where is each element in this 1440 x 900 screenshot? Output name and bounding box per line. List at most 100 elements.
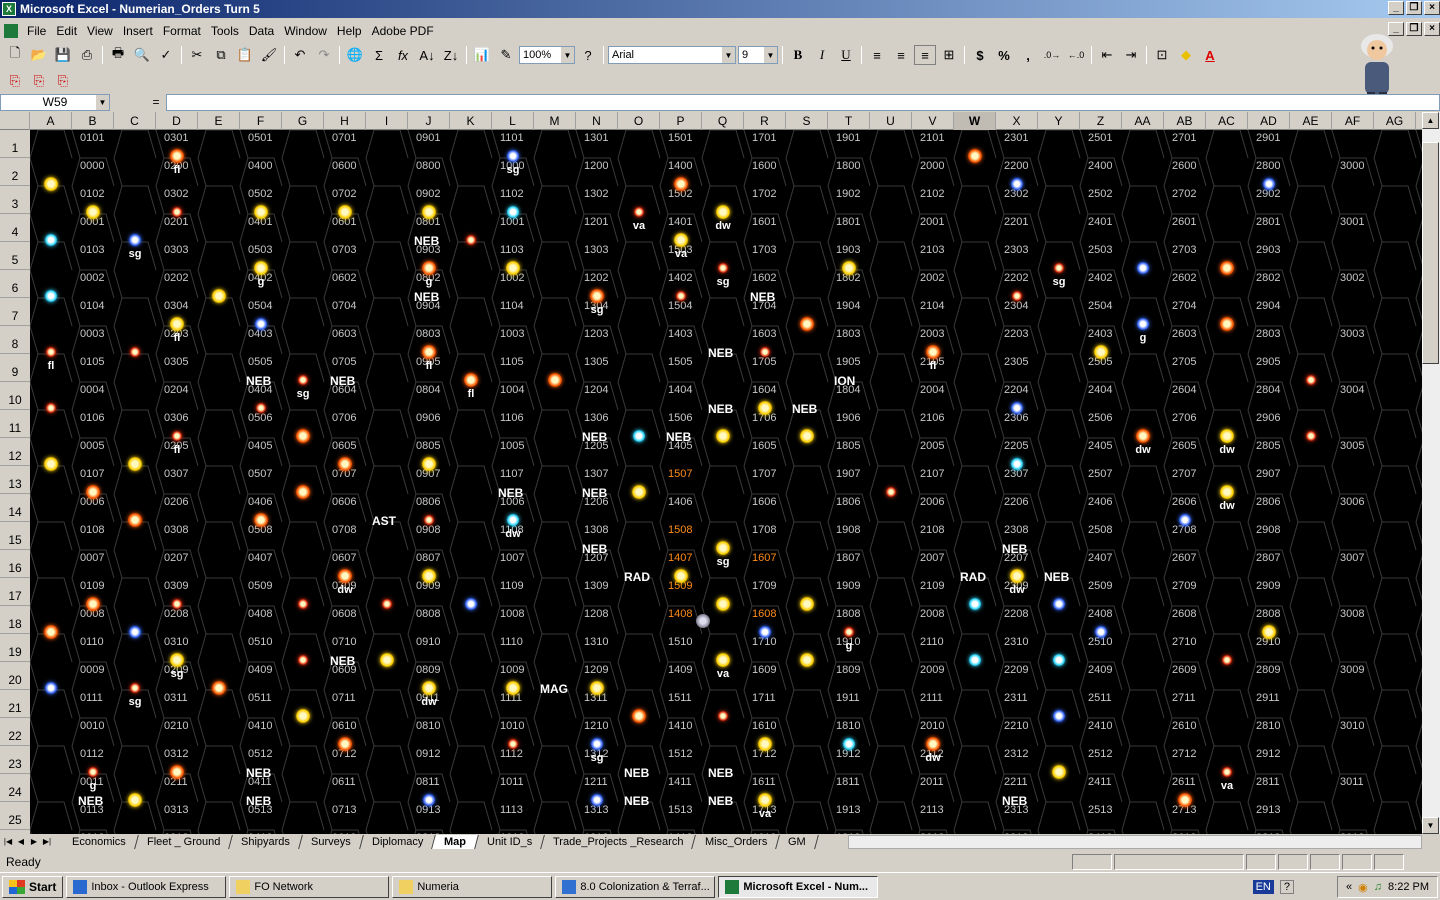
formula-input[interactable] (166, 93, 1440, 111)
open-icon[interactable]: 📂 (28, 45, 50, 65)
row-header[interactable]: 3 (0, 186, 30, 214)
sheet-tab[interactable]: Unit ID_s (475, 835, 546, 849)
align-left-icon[interactable]: ≡ (866, 45, 888, 65)
doc-restore-button[interactable]: ❐ (1406, 22, 1422, 36)
column-header[interactable]: Y (1038, 112, 1080, 130)
language-indicator[interactable]: EN (1252, 880, 1274, 894)
column-header[interactable]: AD (1248, 112, 1290, 130)
copy-icon[interactable]: ⧉ (210, 45, 232, 65)
row-header[interactable]: 17 (0, 578, 30, 606)
select-all-corner[interactable] (0, 112, 30, 130)
row-header[interactable]: 14 (0, 494, 30, 522)
chevron-down-icon[interactable]: ▼ (764, 47, 777, 63)
row-header[interactable]: 12 (0, 438, 30, 466)
row-header[interactable]: 21 (0, 690, 30, 718)
last-sheet-icon[interactable]: ▶| (41, 836, 53, 848)
help-icon[interactable]: ? (577, 45, 599, 65)
decrease-decimal-icon[interactable]: ←.0 (1065, 45, 1087, 65)
column-header[interactable]: A (30, 112, 72, 130)
row-header[interactable]: 10 (0, 382, 30, 410)
column-header[interactable]: L (492, 112, 534, 130)
paste-icon[interactable]: 📋 (234, 45, 256, 65)
format-painter-icon[interactable]: 🖌 (258, 45, 280, 65)
function-icon[interactable]: fx (392, 45, 414, 65)
increase-decimal-icon[interactable]: .0→ (1041, 45, 1063, 65)
chevron-down-icon[interactable]: ▼ (561, 47, 574, 63)
row-header[interactable]: 8 (0, 326, 30, 354)
doc-close-button[interactable]: × (1424, 22, 1440, 36)
row-header[interactable]: 20 (0, 662, 30, 690)
prev-sheet-icon[interactable]: ◀ (15, 836, 27, 848)
column-header[interactable]: N (576, 112, 618, 130)
spelling-icon[interactable]: ✓ (155, 45, 177, 65)
next-sheet-icon[interactable]: ▶ (28, 836, 40, 848)
expand-tray-icon[interactable]: « (1346, 881, 1352, 893)
column-header[interactable]: G (282, 112, 324, 130)
cut-icon[interactable]: ✂ (186, 45, 208, 65)
zoom-select[interactable]: 100% ▼ (519, 46, 575, 64)
font-color-icon[interactable]: A (1199, 45, 1221, 65)
sheet-tab[interactable]: Surveys (299, 835, 364, 849)
fill-color-icon[interactable]: ◆ (1175, 45, 1197, 65)
borders-icon[interactable]: ⊡ (1151, 45, 1173, 65)
column-header[interactable]: V (912, 112, 954, 130)
row-header[interactable]: 2 (0, 158, 30, 186)
pdf-email-icon[interactable]: ⎘ (28, 71, 50, 91)
sheet-tab[interactable]: Economics (60, 835, 139, 849)
new-icon[interactable]: 🗋 (4, 45, 26, 65)
column-header[interactable]: B (72, 112, 114, 130)
print-preview-icon[interactable]: 🔍 (131, 45, 153, 65)
row-header[interactable]: 1 (0, 130, 30, 158)
permission-icon[interactable]: ⎙ (76, 45, 98, 65)
name-box[interactable]: W59 ▼ (0, 93, 110, 111)
column-header[interactable]: Z (1080, 112, 1122, 130)
menu-help[interactable]: Help (332, 22, 367, 40)
row-header[interactable]: 13 (0, 466, 30, 494)
decrease-indent-icon[interactable]: ⇤ (1096, 45, 1118, 65)
help-icon[interactable]: ? (1279, 880, 1294, 894)
row-header[interactable]: 4 (0, 214, 30, 242)
align-right-icon[interactable]: ≡ (914, 45, 936, 65)
column-header[interactable]: F (240, 112, 282, 130)
scroll-up-icon[interactable]: ▲ (1422, 112, 1439, 129)
currency-button[interactable]: $ (969, 45, 991, 65)
column-header[interactable]: O (618, 112, 660, 130)
first-sheet-icon[interactable]: |◀ (2, 836, 14, 848)
sheet-tab[interactable]: GM (776, 835, 819, 849)
pdf-convert-icon[interactable]: ⎘ (4, 71, 26, 91)
fleet-marker-icon[interactable] (696, 614, 710, 628)
task-excel[interactable]: Microsoft Excel - Num... (718, 875, 879, 898)
row-header[interactable]: 6 (0, 270, 30, 298)
task-fo-network[interactable]: FO Network (229, 875, 390, 898)
column-header[interactable]: I (366, 112, 408, 130)
column-header[interactable]: P (660, 112, 702, 130)
row-header[interactable]: 24 (0, 774, 30, 802)
print-icon[interactable]: 🖶 (107, 45, 129, 65)
column-header[interactable]: X (996, 112, 1038, 130)
close-button[interactable]: × (1424, 1, 1440, 15)
percent-button[interactable]: % (993, 45, 1015, 65)
menu-adobe-pdf[interactable]: Adobe PDF (367, 22, 439, 40)
scroll-down-icon[interactable]: ▼ (1422, 817, 1439, 834)
menu-tools[interactable]: Tools (206, 22, 244, 40)
row-header[interactable]: 16 (0, 550, 30, 578)
minimize-button[interactable]: _ (1388, 1, 1404, 15)
sheet-tab[interactable]: Trade_Projects _Research (541, 835, 697, 849)
merge-center-icon[interactable]: ⊞ (938, 45, 960, 65)
row-header[interactable]: 18 (0, 606, 30, 634)
sheet-tab[interactable]: Shipyards (229, 835, 303, 849)
document-icon[interactable] (4, 24, 18, 38)
column-header[interactable]: R (744, 112, 786, 130)
scroll-thumb[interactable] (1422, 142, 1439, 364)
row-header[interactable]: 7 (0, 298, 30, 326)
restore-button[interactable]: ❐ (1406, 1, 1422, 15)
task-numeria[interactable]: Numeria (392, 875, 553, 898)
menu-format[interactable]: Format (158, 22, 206, 40)
undo-icon[interactable]: ↶ (289, 45, 311, 65)
column-header[interactable]: C (114, 112, 156, 130)
column-header[interactable]: D (156, 112, 198, 130)
column-header[interactable]: AF (1332, 112, 1374, 130)
vertical-scrollbar[interactable]: ▲ ▼ (1422, 112, 1440, 834)
row-header[interactable]: 5 (0, 242, 30, 270)
pdf-review-icon[interactable]: ⎘ (52, 71, 74, 91)
